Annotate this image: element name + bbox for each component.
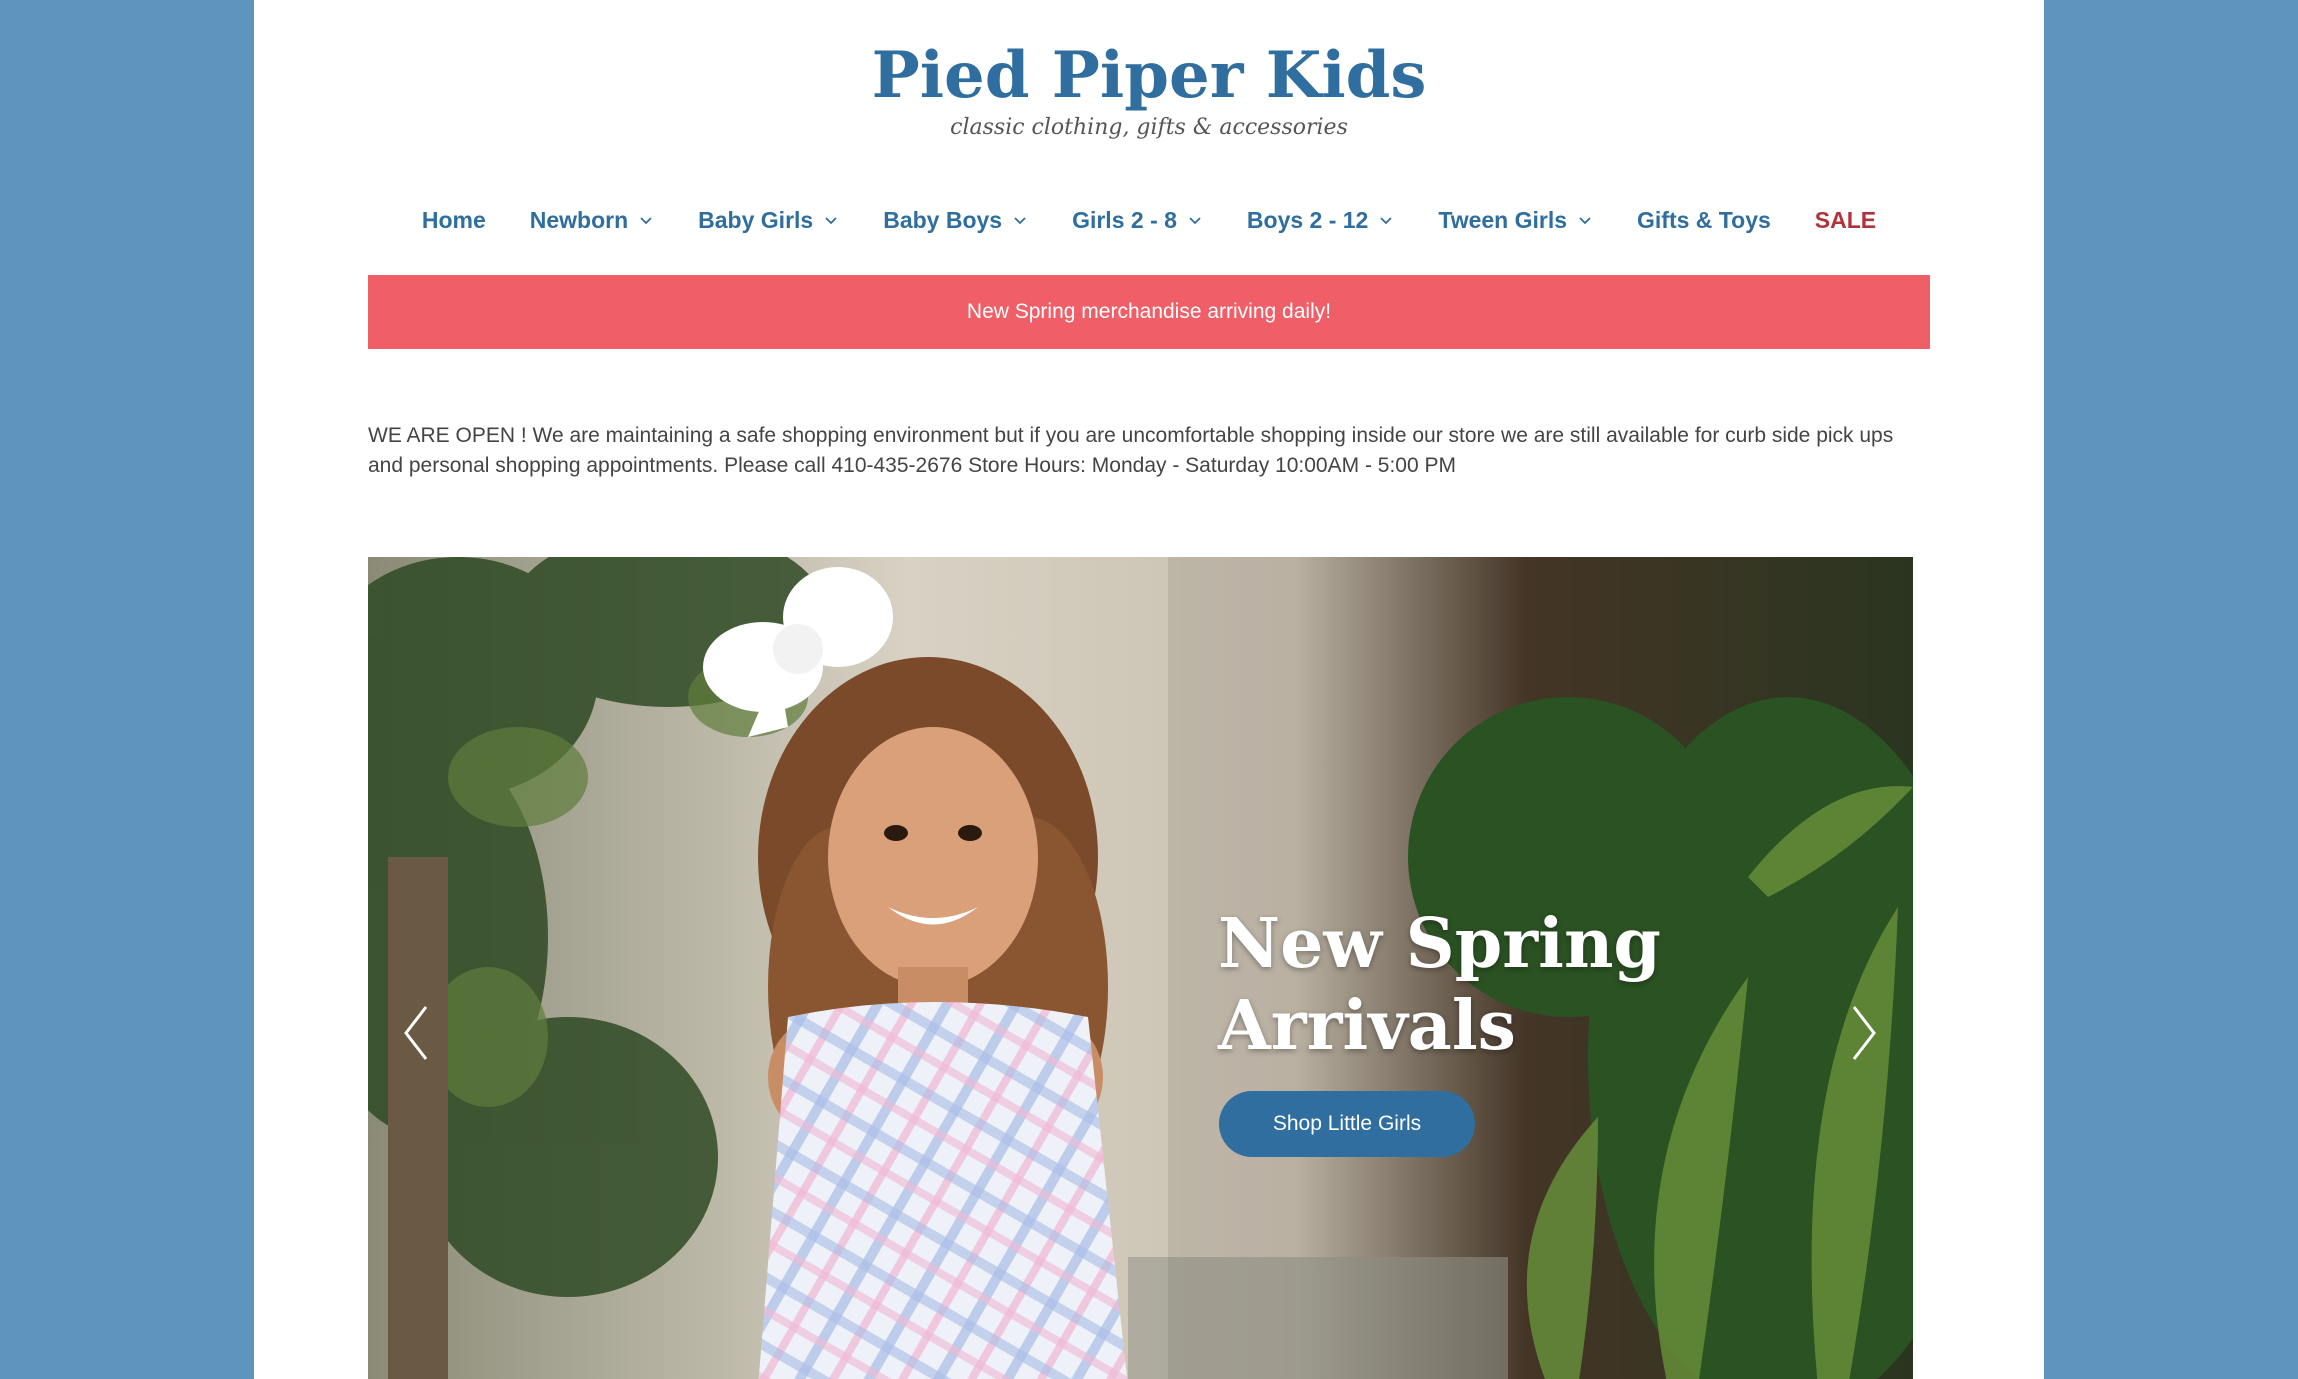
announcement-banner[interactable]: New Spring merchandise arriving daily! bbox=[368, 275, 1930, 349]
nav-item-gifts-toys[interactable]: Gifts & Toys bbox=[1637, 207, 1771, 234]
chevron-down-icon bbox=[1189, 217, 1201, 225]
nav-item-girls-2-8[interactable]: Girls 2 - 8 bbox=[1072, 207, 1203, 234]
nav-item-newborn[interactable]: Newborn bbox=[530, 207, 654, 234]
hero-title: New Spring Arrivals bbox=[1218, 904, 1661, 1066]
logo-title[interactable]: Pied Piper Kids bbox=[254, 36, 2044, 116]
nav-item-baby-girls[interactable]: Baby Girls bbox=[698, 207, 839, 234]
nav-item-boys-2-12[interactable]: Boys 2 - 12 bbox=[1247, 207, 1394, 234]
nav-item-label: Baby Girls bbox=[698, 206, 814, 233]
hero-button-label: Shop Little Girls bbox=[1272, 1112, 1422, 1135]
nav-item-baby-boys[interactable]: Baby Boys bbox=[883, 207, 1028, 234]
hero-slideshow: New Spring Arrivals Shop Little Girls bbox=[368, 557, 1913, 1379]
logo-tagline: classic clothing, gifts & accessories bbox=[950, 115, 1348, 140]
page-container: Pied Piper Kids classic clothing, gifts … bbox=[254, 0, 2044, 1379]
nav-item-label: Tween Girls bbox=[1438, 206, 1568, 233]
nav-item-sale[interactable]: SALE bbox=[1815, 207, 1876, 234]
chevron-down-icon bbox=[1014, 217, 1026, 225]
shop-little-girls-button[interactable]: Shop Little Girls bbox=[1219, 1091, 1475, 1157]
nav-item-label: Boys 2 - 12 bbox=[1246, 206, 1369, 233]
nav-item-label: Gifts & Toys bbox=[1637, 206, 1771, 233]
chevron-down-icon bbox=[1579, 217, 1591, 225]
chevron-left-icon[interactable] bbox=[396, 997, 436, 1069]
store-notice-text: WE ARE OPEN ! We are maintaining a safe … bbox=[368, 424, 1894, 477]
nav-item-label: Girls 2 - 8 bbox=[1072, 206, 1177, 233]
site-logo[interactable]: Pied Piper Kids classic clothing, gifts … bbox=[254, 36, 2044, 142]
nav-item-tween-girls[interactable]: Tween Girls bbox=[1438, 207, 1593, 234]
nav-item-label: Baby Boys bbox=[883, 206, 1003, 233]
chevron-down-icon bbox=[640, 217, 652, 225]
chevron-down-icon bbox=[825, 217, 837, 225]
nav-item-home[interactable]: Home bbox=[422, 207, 486, 234]
chevron-down-icon bbox=[1380, 217, 1392, 225]
nav-item-label: SALE bbox=[1814, 206, 1877, 233]
nav-item-label: Newborn bbox=[529, 206, 629, 233]
chevron-right-icon[interactable] bbox=[1844, 997, 1884, 1069]
main-nav: Home Newborn Baby Girls Baby Boys Girls … bbox=[254, 198, 2044, 242]
announcement-text: New Spring merchandise arriving daily! bbox=[966, 300, 1332, 323]
nav-item-label: Home bbox=[421, 206, 486, 233]
store-notice: WE ARE OPEN ! We are maintaining a safe … bbox=[368, 421, 1930, 481]
